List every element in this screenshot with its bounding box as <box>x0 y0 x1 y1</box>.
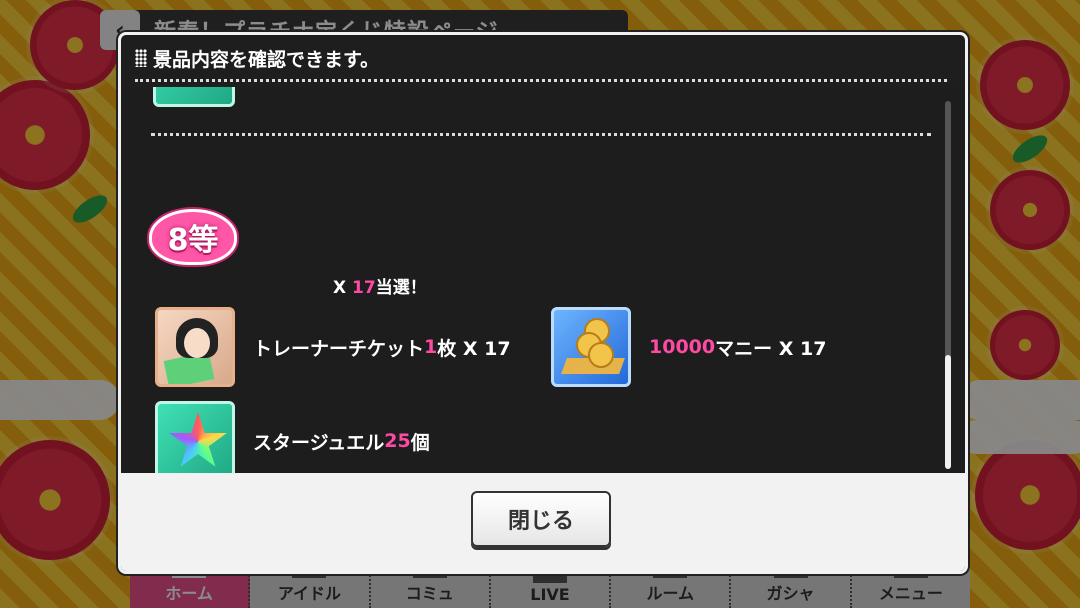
prize-item: 10000 マニー X 17 <box>551 307 826 387</box>
dialog-footer: 閉じる <box>121 473 965 571</box>
prize-unit: 個 <box>410 431 430 454</box>
scrollbar-thumb[interactable] <box>945 355 951 469</box>
rank-label: 8等 <box>167 223 219 258</box>
close-button[interactable]: 閉じる <box>471 491 611 547</box>
win-count-value: 17 <box>352 278 376 298</box>
prize-name: スタージュエル <box>253 431 385 454</box>
prize-list-scroll[interactable]: 8等 X 17当選！ トレーナーチケット 1枚 X 17 10000 マニー X … <box>121 87 965 473</box>
prize-unit: マニー X 17 <box>715 337 827 360</box>
dialog-title: 景品内容を確認できます。 <box>153 48 380 71</box>
prize-qty: 1 <box>424 336 438 358</box>
rank-badge: 8等 <box>143 205 243 269</box>
prize-name: トレーナーチケット <box>253 337 425 360</box>
money-icon <box>551 307 631 387</box>
win-suffix: 当選！ <box>375 278 427 298</box>
prize-dialog: 景品内容を確認できます。 8等 X 17当選！ トレーナーチケット 1枚 X 1… <box>118 32 968 574</box>
prize-qty: 10000 <box>649 336 716 358</box>
trainer-ticket-icon <box>155 307 235 387</box>
prize-qty: 25 <box>384 430 411 452</box>
prize-icon-partial <box>153 87 235 107</box>
win-count: X 17当選！ <box>333 273 427 298</box>
divider <box>151 133 931 136</box>
grip-icon <box>135 49 147 67</box>
prize-unit: 枚 X 17 <box>437 337 511 360</box>
prize-item: トレーナーチケット 1枚 X 17 <box>155 307 511 387</box>
dialog-header: 景品内容を確認できます。 <box>121 35 965 81</box>
divider <box>135 79 947 82</box>
win-prefix: X <box>333 278 353 298</box>
star-jewel-icon <box>155 401 235 473</box>
scrollbar[interactable] <box>945 101 951 469</box>
prize-item: スタージュエル 25 個 <box>155 401 430 473</box>
